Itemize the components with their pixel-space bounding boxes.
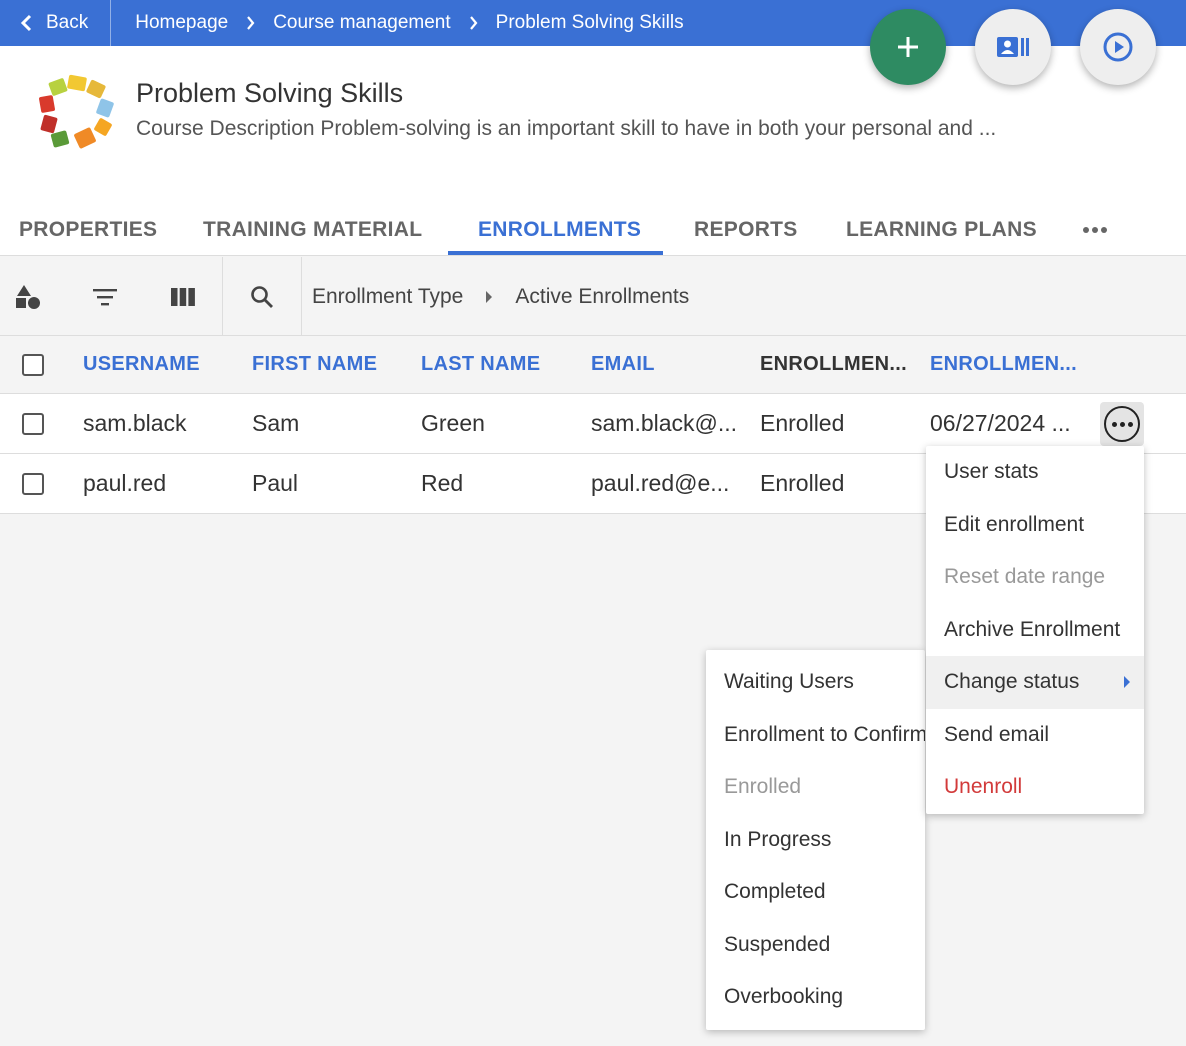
column-header-last-name[interactable]: LAST NAME [421,336,540,393]
more-horizontal-icon [1083,227,1107,233]
menu-change-status[interactable]: Change status [926,656,1144,709]
play-circle-icon [1103,32,1133,62]
search-icon [251,285,273,308]
table-toolbar: Enrollment Type Active Enrollments [0,257,1186,336]
menu-archive-enrollment[interactable]: Archive Enrollment [926,604,1144,657]
column-header-email[interactable]: EMAIL [591,336,655,393]
tab-reports[interactable]: REPORTS [694,204,798,256]
tab-enrollments[interactable]: ENROLLMENTS [478,204,641,256]
menu-edit-enrollment[interactable]: Edit enrollment [926,499,1144,552]
table-header: USERNAME FIRST NAME LAST NAME EMAIL ENRO… [0,336,1186,394]
shapes-button[interactable] [0,257,67,336]
course-title: Problem Solving Skills [136,78,404,108]
course-description: Course Description Problem-solving is an… [136,117,997,140]
enrollment-breadcrumb: Enrollment Type Active Enrollments [312,257,689,336]
add-button[interactable] [870,9,946,85]
columns-icon [171,287,195,306]
active-enrollments-crumb: Active Enrollments [515,284,690,308]
column-header-username[interactable]: USERNAME [83,336,200,393]
filter-button[interactable] [66,257,144,336]
more-tabs-button[interactable] [1082,204,1108,256]
column-header-first-name[interactable]: FIRST NAME [252,336,377,393]
contact-card-icon [997,37,1029,57]
column-header-enrollment-status[interactable]: ENROLLMEN... [760,336,907,393]
breadcrumb-current: Problem Solving Skills [495,12,684,33]
row-checkbox[interactable] [22,413,44,435]
search-button[interactable] [223,257,301,336]
row-context-menu: User stats Edit enrollment Reset date ra… [926,446,1144,814]
cell-first-name: Sam [252,410,300,436]
shapes-icon [16,284,40,309]
cell-first-name: Paul [252,470,299,496]
breadcrumb-homepage[interactable]: Homepage [135,12,228,34]
caret-right-icon [1124,676,1130,689]
tab-properties[interactable]: PROPERTIES [19,204,157,256]
cell-enrollment-status: Enrolled [760,470,845,496]
status-enrollment-to-confirm[interactable]: Enrollment to Confirm [706,709,925,762]
tab-learning-plans[interactable]: LEARNING PLANS [846,204,1037,256]
status-waiting-users[interactable]: Waiting Users [706,656,925,709]
menu-unenroll[interactable]: Unenroll [926,761,1144,814]
menu-send-email[interactable]: Send email [926,709,1144,762]
caret-right-icon [485,285,493,309]
chevron-left-icon [20,14,32,32]
cell-email: paul.red@e... [591,470,730,496]
course-logo [38,74,116,152]
status-suspended[interactable]: Suspended [706,919,925,972]
more-horizontal-icon [1104,406,1140,442]
table-row[interactable]: sam.black Sam Green sam.black@... Enroll… [0,394,1186,454]
menu-change-status-label: Change status [944,670,1080,694]
row-checkbox[interactable] [22,473,44,495]
chevron-right-icon [246,16,255,30]
change-status-submenu: Waiting Users Enrollment to Confirm Enro… [706,650,925,1030]
back-button[interactable]: Back [0,0,112,46]
row-actions-button[interactable] [1100,402,1144,446]
toolbar-divider [301,257,302,336]
play-button[interactable] [1080,9,1156,85]
filter-icon [93,288,117,305]
cell-email: sam.black@... [591,410,738,436]
enrollment-type-crumb[interactable]: Enrollment Type [312,285,463,309]
chevron-right-icon [469,16,478,30]
menu-user-stats[interactable]: User stats [926,446,1144,499]
status-completed[interactable]: Completed [706,866,925,919]
back-label: Back [46,12,89,33]
tab-bar: PROPERTIES TRAINING MATERIAL ENROLLMENTS… [0,204,1186,256]
cell-enrollment-date: 06/27/2024 ... [930,410,1071,436]
cell-username: sam.black [83,410,187,436]
menu-reset-date-range: Reset date range [944,565,1106,589]
cell-last-name: Red [421,470,464,496]
cell-last-name: Green [421,410,485,436]
plus-icon [898,37,918,57]
status-overbooking[interactable]: Overbooking [706,971,925,1024]
select-all-checkbox[interactable] [22,354,44,376]
cell-enrollment-status: Enrolled [760,410,845,436]
tab-training-material[interactable]: TRAINING MATERIAL [203,204,422,256]
cell-username: paul.red [83,470,167,496]
column-header-enrollment-date[interactable]: ENROLLMEN... [930,336,1077,393]
contact-card-button[interactable] [975,9,1051,85]
status-in-progress[interactable]: In Progress [706,814,925,867]
breadcrumb-course-management[interactable]: Course management [273,12,450,34]
active-tab-indicator [448,251,663,255]
breadcrumb: Homepage Course management Problem Solvi… [111,12,683,34]
columns-button[interactable] [144,257,222,336]
status-enrolled: Enrolled [724,775,802,799]
